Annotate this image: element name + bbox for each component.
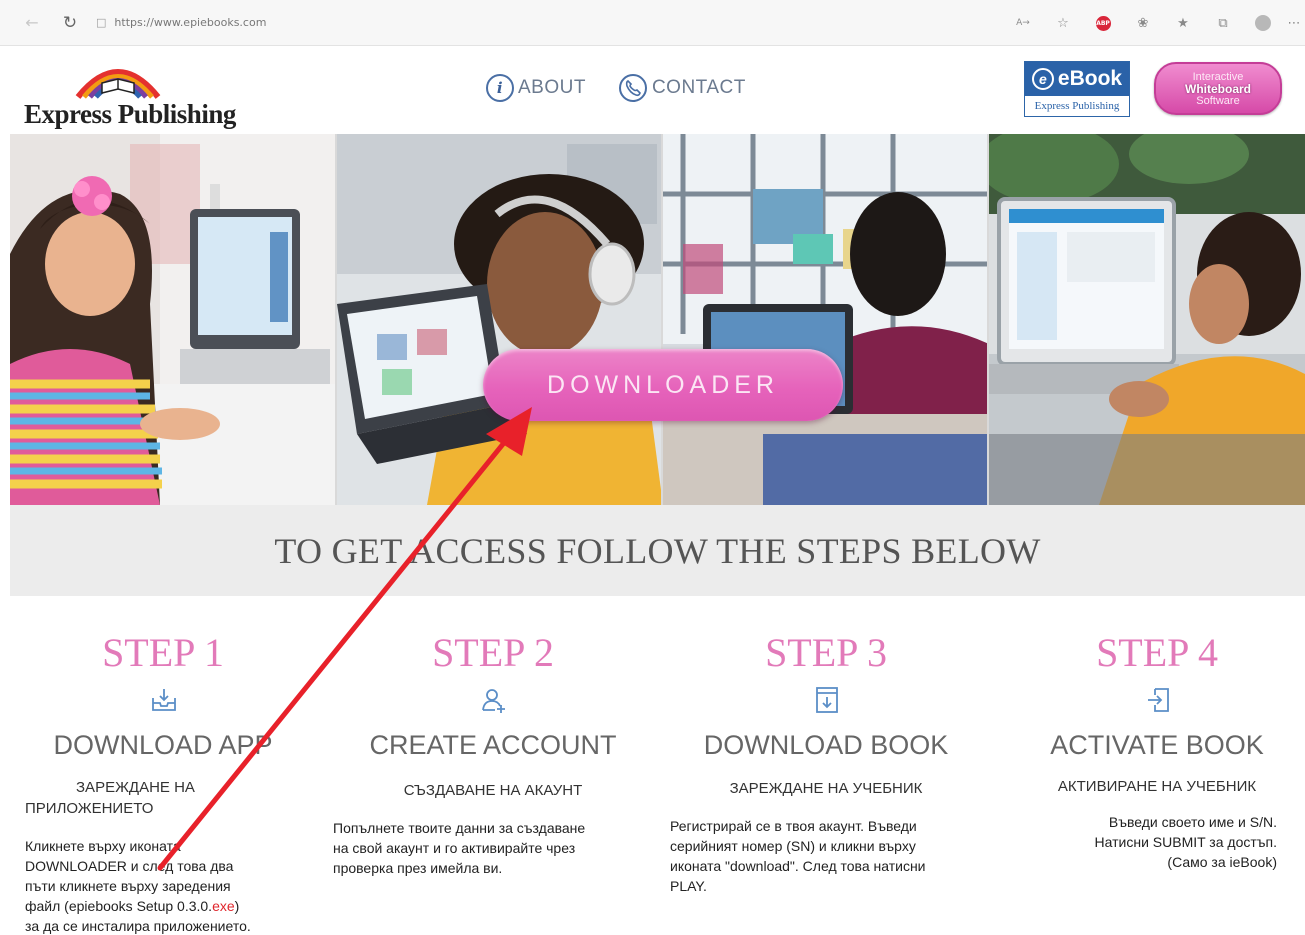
step-3-desc-line: PLAY. <box>670 878 707 894</box>
profile-icon[interactable] <box>1243 0 1283 46</box>
ebook-badge-subtitle: Express Publishing <box>1034 100 1120 112</box>
step-2-heading: CREATE ACCOUNT <box>369 730 617 760</box>
site-header: Express Publishing i ABOUT CONTACT e eBo… <box>0 47 1305 134</box>
step-1-desc-line: Кликнете върху иконата <box>25 838 181 854</box>
add-user-icon[interactable] <box>481 686 507 714</box>
adblock-icon[interactable]: ABP <box>1083 0 1123 46</box>
step-1-description: Кликнете върху иконата DOWNLOADER и след… <box>25 836 325 935</box>
interactive-whiteboard-button[interactable]: Interactive Whiteboard Software <box>1154 62 1282 115</box>
step-3-heading: DOWNLOAD BOOK <box>703 730 949 760</box>
extensions-icon[interactable]: ❀ <box>1123 0 1163 46</box>
iwb-line2: Whiteboard <box>1185 81 1251 96</box>
step-4-desc-line: (Само за ieBook) <box>1167 854 1277 870</box>
address-bar[interactable]: https://www.epiebooks.com <box>114 16 266 29</box>
ebook-badge-title: eBook <box>1057 67 1123 90</box>
avatar <box>1255 15 1271 31</box>
step-2-sub: СЪЗДАВАНЕ НА АКАУНТ <box>403 782 583 799</box>
sign-in-icon[interactable] <box>1145 686 1171 714</box>
rainbow-book-icon <box>75 69 161 99</box>
nav-contact[interactable]: CONTACT <box>618 73 746 103</box>
ebook-badge-top: e eBook <box>1025 62 1129 96</box>
step-2-desc-line: на свой акаунт и го активирайте чрез <box>333 840 576 856</box>
read-aloud-icon[interactable]: A→ <box>1003 0 1043 46</box>
download-book-icon[interactable] <box>814 686 840 714</box>
page-info-icon[interactable]: □ <box>96 16 106 29</box>
download-tray-icon[interactable] <box>151 686 177 714</box>
step-4-sub: АКТИВИРАНЕ НА УЧЕБНИК <box>1057 778 1257 795</box>
nav-about[interactable]: i ABOUT <box>486 74 586 102</box>
page: ← ↻ □ https://www.epiebooks.com A→ ☆ ABP… <box>0 0 1305 935</box>
hero-photo-kid-headphones <box>337 134 663 505</box>
access-banner: TO GET ACCESS FOLLOW THE STEPS BELOW <box>10 505 1305 596</box>
add-tab-favorite-icon[interactable]: ☆ <box>1043 0 1083 46</box>
step-4-description: Въведи своето име и S/N. Натисни SUBMIT … <box>1017 812 1277 872</box>
step-4-heading: ACTIVATE BOOK <box>1050 730 1264 760</box>
iwb-line3: Software <box>1196 94 1240 107</box>
step-3-desc-line: Регистрирай се в твоя акаунт. Въведи <box>670 818 917 834</box>
step-2-desc-line: Попълнете твоите данни за създаване <box>333 820 586 836</box>
step-4-desc-line: Натисни SUBMIT за достъп. <box>1094 834 1277 850</box>
hero-photo-boy-laptop <box>989 134 1305 505</box>
browser-toolbar: ← ↻ □ https://www.epiebooks.com A→ ☆ ABP… <box>0 0 1305 46</box>
step-1-sub-line1: ЗАРЕЖДАНЕ НА <box>76 779 195 796</box>
favorites-icon[interactable]: ★ <box>1163 0 1203 46</box>
adblock-badge: ABP <box>1095 15 1111 31</box>
phone-icon <box>618 74 647 102</box>
step-4-desc-line: Въведи своето име и S/N. <box>1108 814 1277 830</box>
step-2-description: Попълнете твоите данни за създаване на с… <box>333 818 663 878</box>
step-3-desc-line: иконата "download". След това натисни <box>670 858 926 874</box>
more-menu-icon[interactable]: ⋯ <box>1283 0 1305 46</box>
express-publishing-logo[interactable]: Express Publishing <box>24 51 236 131</box>
step-1-desc-text: файл (epiebooks Setup 0.3.0. <box>25 898 213 914</box>
step-1-desc-close: ) <box>234 898 240 914</box>
step-1-desc-line-exe: файл (epiebooks Setup 0.3.0.exe) <box>25 896 325 916</box>
hero-collage <box>10 134 1305 505</box>
step-3-description: Регистрирай се в твоя акаунт. Въведи сер… <box>670 816 1000 896</box>
step-1-desc-line: пъти кликнете върху зaредения <box>25 878 231 894</box>
access-banner-title: TO GET ACCESS FOLLOW THE STEPS BELOW <box>274 530 1041 571</box>
nav-about-label: ABOUT <box>518 77 586 98</box>
step-1-desc-line: за да се инсталира приложението. <box>25 918 251 934</box>
browser-extension-icons: A→ ☆ ABP ❀ ★ ⧉ ⋯ <box>1003 0 1305 46</box>
top-navigation: i ABOUT CONTACT <box>486 73 746 103</box>
hero-photo-girl-laptop <box>10 134 337 505</box>
step-1-title: STEP 1 <box>102 630 224 675</box>
step-4-title: STEP 4 <box>1096 630 1218 675</box>
step-3-desc-line: серийният номер (SN) и кликни върху <box>670 838 916 854</box>
collections-icon[interactable]: ⧉ <box>1203 0 1243 46</box>
ebook-e-icon: e <box>1031 68 1054 90</box>
step-1-heading: DOWNLOAD APP <box>53 730 273 760</box>
step-2-desc-line: проверка през имейла ви. <box>333 860 503 876</box>
back-arrow-icon[interactable]: ← <box>18 9 46 37</box>
nav-contact-label: CONTACT <box>651 77 746 98</box>
step-3-title: STEP 3 <box>765 630 887 675</box>
reload-icon[interactable]: ↻ <box>56 9 84 37</box>
exe-extension: exe <box>212 898 235 914</box>
step-1-sub-line2: ПРИЛОЖЕНИЕТО <box>25 800 154 817</box>
logo-text: Express Publishing <box>24 99 236 129</box>
step-2-title: STEP 2 <box>432 630 554 675</box>
ebook-badge[interactable]: e eBook Express Publishing <box>1024 61 1130 117</box>
step-1-desc-line: DOWNLOADER и след това два <box>25 858 234 874</box>
hero-photo-woman-desk <box>663 134 989 505</box>
iwb-line1: Interactive <box>1192 70 1244 83</box>
downloader-button[interactable]: DOWNLOADER <box>483 349 843 421</box>
info-icon: i <box>486 74 514 102</box>
step-3-sub: ЗАРЕЖДАНЕ НА УЧЕБНИК <box>729 780 923 797</box>
